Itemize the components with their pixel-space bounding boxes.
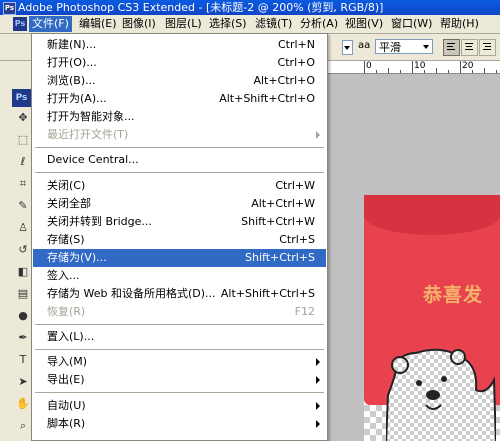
menu-file[interactable]: 文件(F) (29, 16, 72, 32)
polar-bear-image (386, 348, 496, 441)
document-canvas[interactable]: 恭喜发 (364, 195, 500, 441)
dodge-tool-icon[interactable]: ● (16, 309, 30, 323)
tools-panel: Ps ✥ ⬚ ℓ ⌗ ✎ ♙ ↺ ◧ ▤ ● ✒ T ➤ ✋ ⌕ (0, 61, 33, 441)
ruler-label: 0 (366, 61, 372, 71)
menu-item-device-central[interactable]: Device Central... (33, 151, 326, 169)
menu-item-close-go-bridge[interactable]: 关闭并转到 Bridge... Shift+Ctrl+W (33, 213, 326, 231)
gradient-tool-icon[interactable]: ▤ (16, 287, 30, 301)
menu-separator (35, 392, 324, 393)
menu-image[interactable]: 图像(I) (119, 16, 159, 32)
menu-item-recent-files: 最近打开文件(T) (33, 126, 326, 144)
crop-tool-icon[interactable]: ⌗ (16, 177, 30, 191)
menu-separator (35, 147, 324, 148)
history-brush-tool-icon[interactable]: ↺ (16, 243, 30, 257)
menu-view[interactable]: 视图(V) (342, 16, 386, 32)
submenu-arrow-icon (316, 420, 320, 428)
align-right-button[interactable] (479, 39, 496, 56)
marquee-tool-icon[interactable]: ⬚ (16, 133, 30, 147)
menu-item-close[interactable]: 关闭(C) Ctrl+W (33, 177, 326, 195)
menu-item-check-in[interactable]: 签入... (33, 267, 326, 285)
type-tool-icon[interactable]: T (16, 353, 30, 367)
menu-analysis[interactable]: 分析(A) (297, 16, 341, 32)
submenu-arrow-icon (316, 376, 320, 384)
pen-tool-icon[interactable]: ✒ (16, 331, 30, 345)
zoom-tool-icon[interactable]: ⌕ (16, 419, 30, 433)
menu-item-open-as-smart-object[interactable]: 打开为智能对象... (33, 108, 326, 126)
menu-item-save-as[interactable]: 存储为(V)... Shift+Ctrl+S (33, 249, 326, 267)
menu-select[interactable]: 选择(S) (206, 16, 250, 32)
title-bar: Ps Adobe Photoshop CS3 Extended - [未标题-2… (0, 0, 500, 15)
align-left-button[interactable] (443, 39, 460, 56)
menu-separator (35, 172, 324, 173)
anti-alias-label: aa (358, 40, 371, 51)
horizontal-ruler: 0 10 20 (328, 61, 500, 74)
submenu-arrow-icon (316, 131, 320, 139)
menu-window[interactable]: 窗口(W) (388, 16, 435, 32)
menu-item-import[interactable]: 导入(M) (33, 353, 326, 371)
menu-item-scripts[interactable]: 脚本(R) (33, 415, 326, 433)
menu-layer[interactable]: 图层(L) (162, 16, 205, 32)
menu-item-close-all[interactable]: 关闭全部 Alt+Ctrl+W (33, 195, 326, 213)
menu-item-browse[interactable]: 浏览(B)... Alt+Ctrl+O (33, 72, 326, 90)
submenu-arrow-icon (316, 358, 320, 366)
anti-alias-value: 平滑 (379, 41, 401, 54)
menu-item-open[interactable]: 打开(O)... Ctrl+O (33, 54, 326, 72)
lasso-tool-icon[interactable]: ℓ (16, 155, 30, 169)
menu-item-save[interactable]: 存储(S) Ctrl+S (33, 231, 326, 249)
path-selection-tool-icon[interactable]: ➤ (16, 375, 30, 389)
menu-separator (35, 324, 324, 325)
eraser-tool-icon[interactable]: ◧ (16, 265, 30, 279)
align-center-button[interactable] (461, 39, 478, 56)
can-rim (364, 195, 500, 235)
hand-tool-icon[interactable]: ✋ (16, 397, 30, 411)
chevron-down-icon (423, 45, 429, 49)
menu-item-new[interactable]: 新建(N)... Ctrl+N (33, 36, 326, 54)
file-menu-dropdown: 新建(N)... Ctrl+N 打开(O)... Ctrl+O 浏览(B)...… (31, 33, 328, 441)
menu-item-export[interactable]: 导出(E) (33, 371, 326, 389)
menu-item-revert: 恢复(R) F12 (47, 305, 315, 318)
brush-tool-icon[interactable]: ✎ (16, 199, 30, 213)
photoshop-logo-icon: Ps (3, 2, 16, 15)
menu-item-place[interactable]: 置入(L)... (33, 328, 326, 346)
submenu-arrow-icon (316, 402, 320, 410)
menu-item-save-for-web[interactable]: 存储为 Web 和设备所用格式(D)... Alt+Shift+Ctrl+S (33, 285, 326, 303)
canvas-area[interactable]: 恭喜发 (328, 74, 500, 441)
anti-alias-select[interactable]: 平滑 (375, 39, 433, 54)
menu-help[interactable]: 帮助(H) (437, 16, 482, 32)
menu-filter[interactable]: 滤镜(T) (252, 16, 295, 32)
menu-item-automate[interactable]: 自动(U) (33, 397, 326, 415)
photoshop-badge-icon: Ps (12, 89, 31, 107)
font-size-dropdown[interactable] (342, 40, 353, 55)
app-menu-icon[interactable]: Ps (13, 17, 27, 31)
menu-separator (35, 349, 324, 350)
menu-edit[interactable]: 编辑(E) (76, 16, 120, 32)
move-tool-icon[interactable]: ✥ (16, 111, 30, 125)
greeting-text: 恭喜发 (423, 284, 484, 306)
window-title: Adobe Photoshop CS3 Extended - [未标题-2 @ … (18, 1, 384, 14)
menu-item-open-as[interactable]: 打开为(A)... Alt+Shift+Ctrl+O (33, 90, 326, 108)
stamp-tool-icon[interactable]: ♙ (16, 221, 30, 235)
menu-bar: Ps 文件(F) 编辑(E) 图像(I) 图层(L) 选择(S) 滤镜(T) 分… (0, 15, 500, 34)
